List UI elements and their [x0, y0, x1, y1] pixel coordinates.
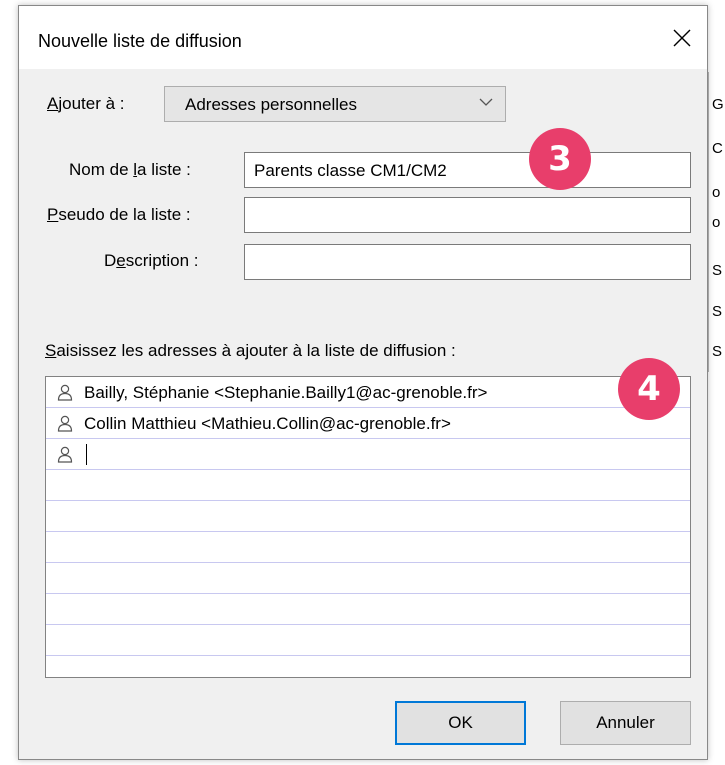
background-text: o — [712, 214, 721, 231]
step-badge-3: 3 — [529, 128, 591, 190]
text-caret — [86, 444, 87, 465]
dialog-title: Nouvelle liste de diffusion — [38, 31, 242, 51]
empty-row[interactable] — [46, 563, 690, 594]
person-icon — [57, 446, 73, 463]
empty-row[interactable] — [46, 470, 690, 501]
address-text: Collin Matthieu <Mathieu.Collin@ac-greno… — [84, 414, 451, 433]
empty-row[interactable] — [46, 501, 690, 532]
background-text: S — [712, 303, 723, 320]
list-name-field[interactable]: Parents classe CM1/CM2 — [244, 152, 691, 188]
background-text: S — [712, 343, 723, 360]
chevron-down-icon — [479, 98, 493, 106]
list-name-label: Nom de la liste : — [69, 160, 191, 179]
background-text: G — [712, 96, 724, 113]
close-button[interactable] — [667, 23, 697, 53]
empty-row[interactable] — [46, 594, 690, 625]
cancel-button[interactable]: Annuler — [560, 701, 691, 745]
empty-row[interactable] — [46, 656, 690, 677]
address-text: Bailly, Stéphanie <Stephanie.Bailly1@ac-… — [84, 383, 488, 402]
ok-button[interactable]: OK — [395, 701, 526, 745]
addresses-list[interactable]: Bailly, Stéphanie <Stephanie.Bailly1@ac-… — [45, 376, 691, 678]
nickname-field[interactable] — [244, 197, 691, 233]
person-icon — [57, 384, 73, 401]
background-text: C — [712, 140, 723, 157]
nickname-label: Pseudo de la liste : — [47, 205, 191, 224]
person-icon — [57, 415, 73, 432]
address-row-input[interactable] — [46, 439, 690, 470]
add-to-select-value: Adresses personnelles — [185, 95, 357, 114]
close-icon — [673, 29, 691, 47]
add-to-select[interactable]: Adresses personnelles — [164, 86, 506, 122]
address-row[interactable]: Bailly, Stéphanie <Stephanie.Bailly1@ac-… — [46, 377, 690, 408]
dialog-titlebar: Nouvelle liste de diffusion — [19, 6, 707, 69]
description-label: Description : — [104, 251, 199, 270]
empty-row[interactable] — [46, 532, 690, 563]
address-row[interactable]: Collin Matthieu <Mathieu.Collin@ac-greno… — [46, 408, 690, 439]
add-to-label: Ajouter à : — [47, 94, 125, 113]
background-text: o — [712, 184, 721, 201]
description-field[interactable] — [244, 244, 691, 280]
new-mailing-list-dialog: Nouvelle liste de diffusion Ajouter à : … — [18, 5, 708, 760]
empty-row[interactable] — [46, 625, 690, 656]
addresses-label: Saisissez les adresses à ajouter à la li… — [45, 341, 456, 360]
list-name-value: Parents classe CM1/CM2 — [254, 161, 447, 180]
step-badge-4: 4 — [618, 358, 680, 420]
background-text: S — [712, 262, 723, 279]
